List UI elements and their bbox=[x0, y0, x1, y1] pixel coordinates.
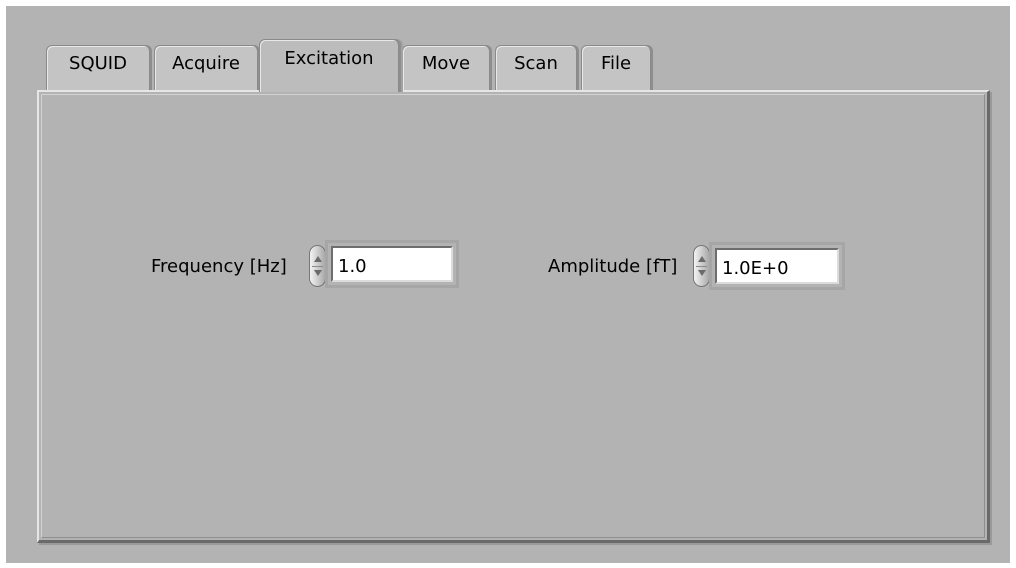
decrement-arrow-icon[interactable] bbox=[698, 270, 706, 276]
frequency-increment-decrement[interactable] bbox=[309, 245, 326, 287]
tab-file-label: File bbox=[600, 53, 632, 74]
frequency-field-frame bbox=[325, 240, 459, 288]
tab-move-label: Move bbox=[421, 53, 471, 74]
tab-scan[interactable]: Scan bbox=[495, 45, 577, 91]
tab-squid[interactable]: SQUID bbox=[46, 45, 150, 91]
tab-file[interactable]: File bbox=[581, 45, 651, 91]
amplitude-input[interactable] bbox=[715, 248, 839, 284]
tab-acquire-label: Acquire bbox=[172, 53, 240, 74]
tab-squid-label: SQUID bbox=[69, 53, 127, 74]
tab-excitation-label: Excitation bbox=[284, 47, 374, 69]
amplitude-increment-decrement[interactable] bbox=[693, 245, 710, 287]
frequency-label: Frequency [Hz] bbox=[151, 256, 287, 277]
amplitude-field-frame bbox=[709, 242, 845, 290]
tab-move[interactable]: Move bbox=[402, 45, 490, 91]
tab-scan-label: Scan bbox=[514, 53, 558, 74]
frequency-input[interactable] bbox=[331, 246, 453, 282]
tab-acquire[interactable]: Acquire bbox=[154, 45, 258, 91]
increment-arrow-icon[interactable] bbox=[698, 256, 706, 262]
tab-excitation[interactable]: Excitation bbox=[259, 39, 399, 92]
excitation-tab-page: Frequency [Hz] Amplitude [fT] bbox=[37, 90, 990, 543]
amplitude-label: Amplitude [fT] bbox=[548, 256, 678, 277]
increment-arrow-icon[interactable] bbox=[314, 256, 322, 262]
decrement-arrow-icon[interactable] bbox=[314, 270, 322, 276]
